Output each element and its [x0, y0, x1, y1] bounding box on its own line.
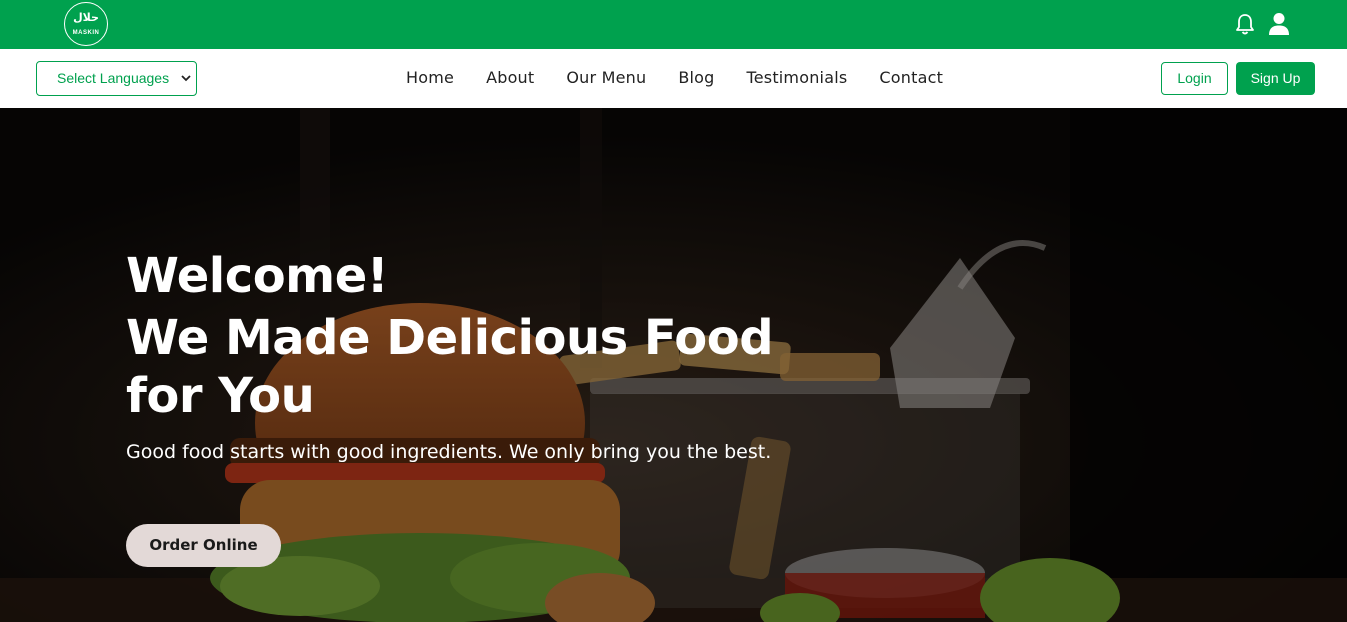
top-bar: حلال MASKIN	[0, 0, 1347, 49]
nav-link-contact[interactable]: Contact	[879, 68, 943, 88]
hero-welcome: Welcome!	[126, 248, 389, 304]
nav-link-our-menu[interactable]: Our Menu	[566, 68, 646, 88]
bell-icon[interactable]	[1235, 13, 1255, 35]
hero-title: We Made Delicious Food for You	[126, 310, 774, 424]
nav-link-about[interactable]: About	[486, 68, 534, 88]
language-select[interactable]: Select Languages	[36, 61, 197, 96]
signup-button[interactable]: Sign Up	[1236, 62, 1315, 95]
user-icon[interactable]	[1268, 12, 1290, 36]
nav-link-home[interactable]: Home	[406, 68, 454, 88]
nav-links: Home About Our Menu Blog Testimonials Co…	[406, 68, 943, 88]
main-navbar: Select Languages Home About Our Menu Blo…	[0, 49, 1347, 108]
hero-text-block: Welcome! We Made Delicious Food for You …	[126, 248, 776, 465]
halal-logo[interactable]: حلال MASKIN	[64, 2, 108, 46]
nav-link-testimonials[interactable]: Testimonials	[746, 68, 847, 88]
hero-subtitle: Good food starts with good ingredients. …	[126, 441, 772, 463]
language-select-value: Select Languages	[57, 70, 170, 86]
hero-section: Welcome! We Made Delicious Food for You …	[0, 108, 1347, 622]
chevron-down-icon	[181, 75, 191, 82]
nav-link-blog[interactable]: Blog	[678, 68, 714, 88]
order-online-button[interactable]: Order Online	[126, 524, 281, 567]
logo-brand-text: MASKIN	[72, 30, 100, 36]
login-button[interactable]: Login	[1161, 62, 1228, 95]
logo-arabic-text: حلال	[73, 11, 99, 24]
